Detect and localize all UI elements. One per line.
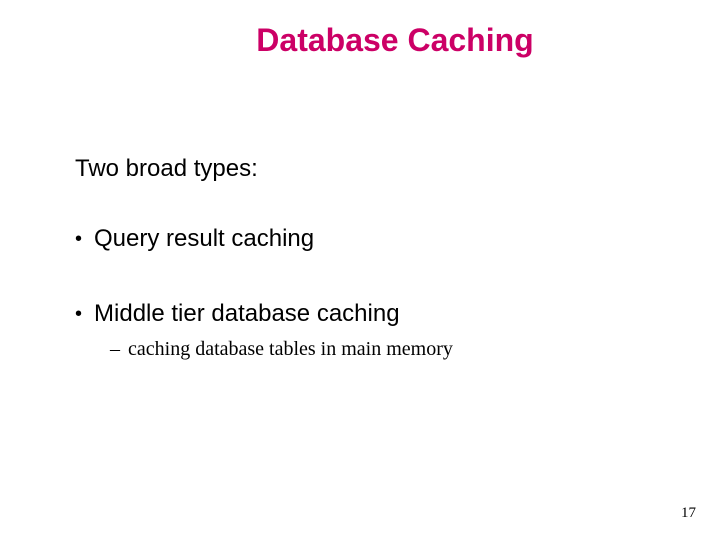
sub-bullet-text: caching database tables in main memory <box>128 338 453 361</box>
page-number: 17 <box>681 505 696 522</box>
sub-bullet-item: – caching database tables in main memory <box>110 338 453 361</box>
bullet-text: Query result caching <box>94 225 314 253</box>
dash-icon: – <box>110 338 120 361</box>
bullet-dot-icon: • <box>75 225 82 253</box>
bullet-item: • Query result caching <box>75 225 314 253</box>
bullet-item: • Middle tier database caching <box>75 300 400 328</box>
intro-text: Two broad types: <box>75 155 258 183</box>
bullet-list: • Query result caching <box>75 225 314 253</box>
slide-title: Database Caching <box>0 22 720 59</box>
bullet-dot-icon: • <box>75 300 82 328</box>
bullet-list: • Middle tier database caching <box>75 300 400 328</box>
bullet-text: Middle tier database caching <box>94 300 400 328</box>
slide: Database Caching Two broad types: • Quer… <box>0 0 720 540</box>
